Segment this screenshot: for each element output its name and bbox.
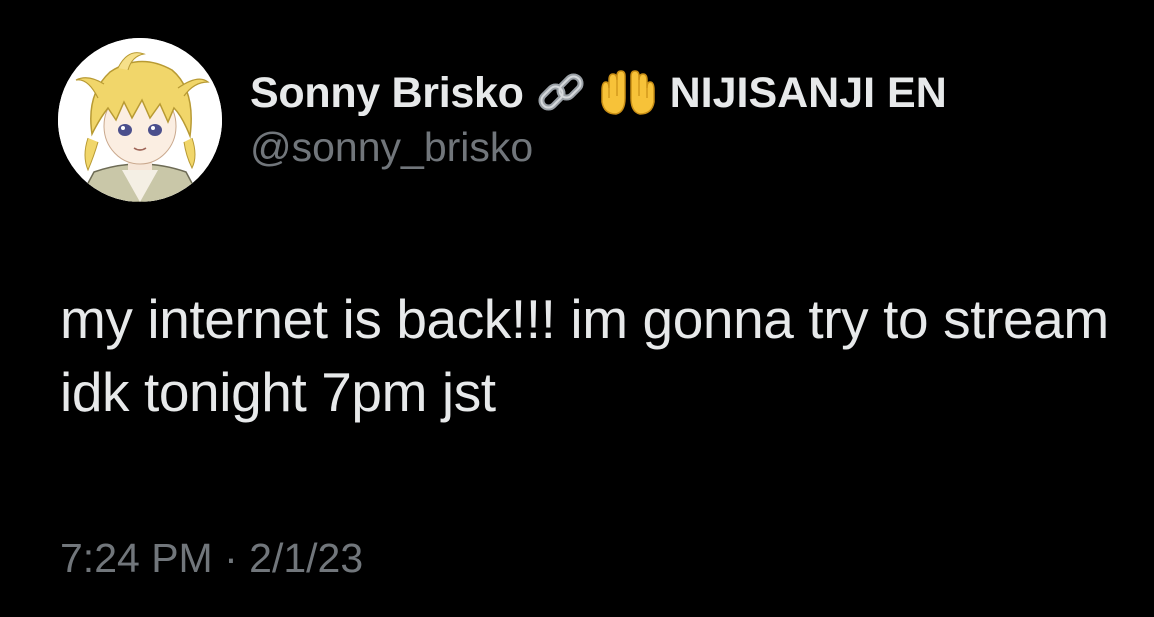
tweet-time: 7:24 PM <box>60 535 213 581</box>
user-handle[interactable]: @sonny_brisko <box>250 122 947 172</box>
link-emoji-icon <box>534 68 588 118</box>
meta-separator: · <box>224 535 238 581</box>
display-name[interactable]: Sonny Brisko <box>250 69 524 118</box>
name-row: Sonny Brisko NIJISANJI EN <box>250 64 947 122</box>
avatar-illustration <box>58 38 222 202</box>
affiliation-label: NIJISANJI EN <box>669 68 947 117</box>
tweet-header: Sonny Brisko NIJISANJI EN @sonny_brisko <box>250 64 947 172</box>
avatar[interactable] <box>58 38 222 202</box>
tweet-card: Sonny Brisko NIJISANJI EN @sonny_brisko … <box>0 0 1154 617</box>
tweet-text: my internet is back!!! im gonna try to s… <box>60 288 1109 423</box>
tweet-date: 2/1/23 <box>249 535 364 581</box>
raising-hands-emoji-icon <box>598 68 658 118</box>
tweet-timestamp[interactable]: 7:24 PM · 2/1/23 <box>60 535 363 582</box>
